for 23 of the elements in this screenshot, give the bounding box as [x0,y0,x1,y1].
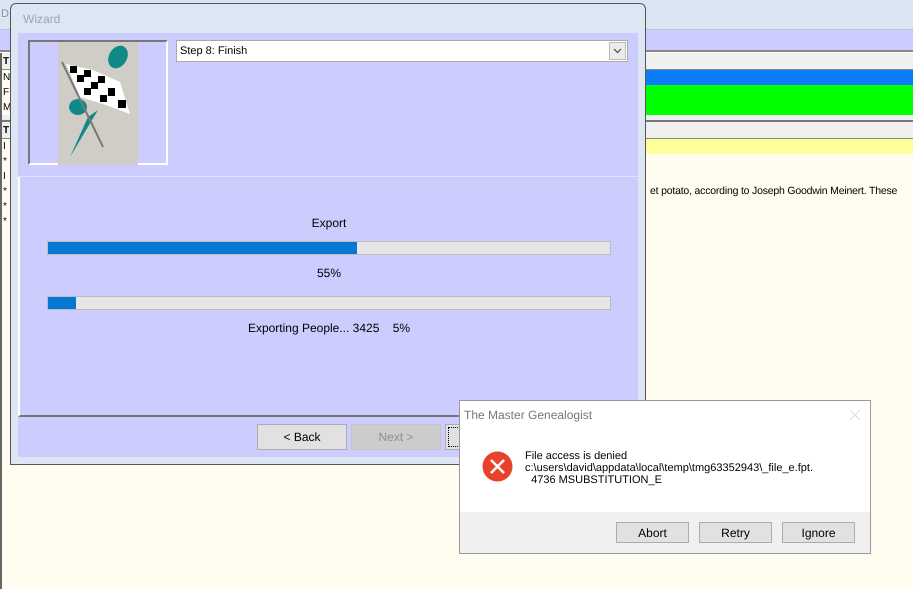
progress-reading: Exporting People... 3425 5% [246,320,412,337]
step-dropdown[interactable]: Step 8: Finish [176,40,628,62]
close-icon[interactable] [850,410,860,420]
wizard-button[interactable]: < Back [257,424,347,450]
progress-label: Export [310,215,348,232]
window-title: D [1,7,9,22]
error-detail: 4736 MSUBSTITUTION_E [530,474,663,486]
progress-reading: 55% [316,265,342,282]
error-message: File access is denied [525,450,628,462]
table-cell: I [2,139,10,154]
error-icon [482,451,513,482]
column-header: T [2,55,10,69]
chevron-down-icon [609,42,626,60]
table-cell: F [2,85,10,100]
dialog-button[interactable]: Ignore [782,522,855,543]
dialog-button[interactable]: Retry [699,522,772,543]
table-cell: N [2,70,10,85]
dialog-button[interactable]: Abort [616,522,689,543]
window-title: Wizard [23,10,60,28]
table-cell: et potato, according to Joseph Goodwin Meinert. These [650,184,898,199]
column-header: T [2,124,10,138]
dialog-title: The Master Genealogist [464,406,592,424]
error-detail: c:\users\david\appdata\local\temp\tmg63352943\_file_e.fpt. [525,462,814,474]
